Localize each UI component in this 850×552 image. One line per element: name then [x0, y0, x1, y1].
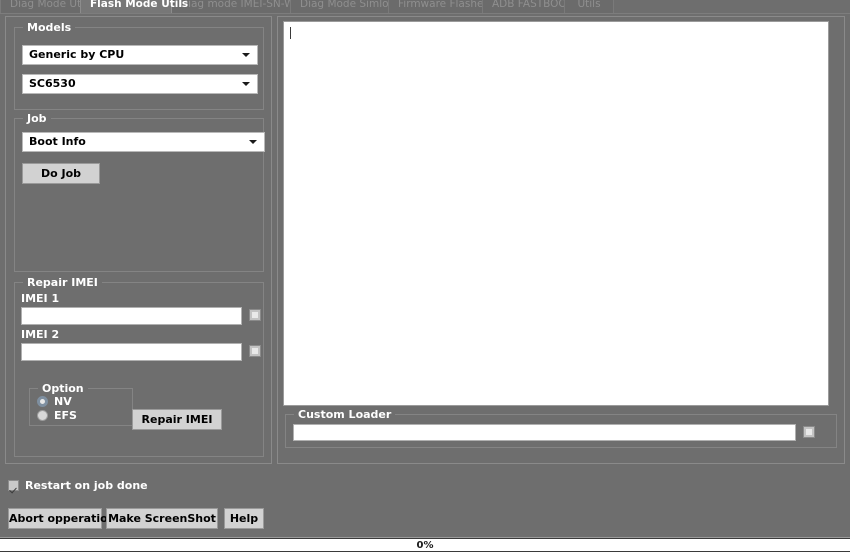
log-output[interactable] — [283, 21, 829, 406]
radio-unselected-icon — [37, 410, 48, 421]
repair-imei-button[interactable]: Repair IMEI — [132, 409, 222, 430]
text-caret-icon — [290, 27, 291, 39]
tab-diag-mode-utils[interactable]: Diag Mode Utils — [0, 0, 93, 13]
abort-operation-button[interactable]: Abort opperation — [8, 508, 116, 529]
job-group: Job Boot Info Do Job — [14, 112, 265, 272]
chevron-down-icon — [242, 53, 250, 57]
radio-nv[interactable]: NV — [37, 395, 117, 408]
imei1-input[interactable] — [21, 307, 242, 325]
imei1-toggle-icon[interactable] — [249, 309, 261, 321]
radio-selected-icon — [37, 396, 48, 407]
option-group: Option NV EFS — [29, 382, 133, 426]
custom-loader-group: Custom Loader — [285, 408, 837, 448]
restart-on-job-done-label: Restart on job done — [25, 479, 148, 492]
repair-imei-button-label: Repair IMEI — [141, 413, 213, 426]
chevron-down-icon — [249, 140, 257, 144]
models-group: Models Generic by CPU SC6530 — [14, 21, 264, 110]
tab-label: Firmware Flasher — [398, 0, 488, 10]
left-panel: Models Generic by CPU SC6530 Job Boot In… — [5, 16, 272, 464]
job-combo[interactable]: Boot Info — [22, 132, 265, 152]
custom-loader-group-title: Custom Loader — [294, 408, 396, 421]
models-group-title: Models — [23, 21, 76, 34]
tab-label: ADB FASTBOOT — [492, 0, 574, 10]
brand-combo[interactable]: Generic by CPU — [22, 45, 258, 65]
radio-nv-label: NV — [54, 395, 72, 408]
tab-adb-fastboot[interactable]: ADB FASTBOOT — [482, 0, 573, 13]
repair-imei-group-title: Repair IMEI — [23, 276, 102, 289]
radio-efs-label: EFS — [54, 409, 77, 422]
chevron-down-icon — [242, 82, 250, 86]
imei2-toggle-icon[interactable] — [249, 345, 261, 357]
custom-loader-input[interactable] — [293, 424, 796, 441]
make-screenshot-button[interactable]: Make ScreenShot — [106, 508, 218, 529]
tab-label: Diag mode IMEI-SN-WIFI — [180, 0, 307, 10]
tab-label: Diag Mode Simlock — [300, 0, 401, 10]
imei2-input[interactable] — [21, 343, 242, 361]
tab-label: Utils — [577, 0, 601, 10]
imei1-label: IMEI 1 — [21, 292, 60, 305]
help-label: Help — [229, 512, 259, 525]
cpu-combo-value: SC6530 — [29, 77, 76, 90]
do-job-button[interactable]: Do Job — [22, 163, 100, 184]
make-screenshot-label: Make ScreenShot — [108, 512, 216, 525]
job-combo-value: Boot Info — [29, 135, 86, 148]
tab-bar: Diag Mode Utils Flash Mode Utils Diag mo… — [0, 0, 850, 14]
tab-utils[interactable]: Utils — [564, 0, 614, 13]
do-job-button-label: Do Job — [40, 167, 82, 180]
cpu-combo[interactable]: SC6530 — [22, 74, 258, 94]
job-group-title: Job — [23, 112, 51, 125]
tab-diag-mode-simlock[interactable]: Diag Mode Simlock — [290, 0, 400, 13]
option-group-title: Option — [38, 382, 88, 395]
progress-bar-label: 0% — [416, 540, 434, 551]
tab-label: Flash Mode Utils — [90, 0, 189, 10]
abort-operation-label: Abort opperation — [9, 512, 116, 525]
checkbox-checked-icon — [8, 480, 19, 491]
imei2-label: IMEI 2 — [21, 328, 60, 341]
repair-imei-group: Repair IMEI IMEI 1 IMEI 2 Option NV EFS … — [14, 276, 264, 457]
brand-combo-value: Generic by CPU — [29, 48, 125, 61]
help-button[interactable]: Help — [224, 508, 264, 529]
tab-flash-mode-utils[interactable]: Flash Mode Utils — [80, 0, 188, 13]
custom-loader-browse-icon[interactable] — [803, 426, 815, 438]
tab-diag-mode-imei-sn-wifi[interactable]: Diag mode IMEI-SN-WIFI — [170, 0, 307, 13]
radio-efs[interactable]: EFS — [37, 409, 117, 422]
tab-firmware-flasher[interactable]: Firmware Flasher — [388, 0, 488, 13]
